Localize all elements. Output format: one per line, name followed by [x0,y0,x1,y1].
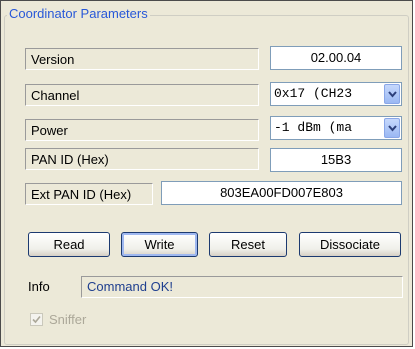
power-dropdown[interactable]: -1 dBm (ma [270,116,402,140]
version-label: Version [25,48,259,70]
channel-label: Channel [25,84,259,106]
chevron-down-icon [388,91,397,98]
write-button[interactable]: Write [121,232,198,257]
reset-button[interactable]: Reset [209,232,287,257]
channel-dropdown-button[interactable] [384,84,400,104]
pan-id-field[interactable]: 15B3 [270,148,402,172]
power-dropdown-button[interactable] [384,118,400,138]
channel-selected-value: 0x17 (CH23 [274,86,353,101]
info-status: Command OK! [81,276,403,298]
coordinator-panel: Coordinator Parameters Version 02.00.04 … [0,0,413,347]
group-title: Coordinator Parameters [7,5,150,23]
power-label: Power [25,119,259,141]
power-selected-value: -1 dBm (ma [274,120,353,135]
sniffer-checkbox[interactable] [30,313,43,326]
checkmark-icon [32,315,41,324]
chevron-down-icon [388,125,397,132]
ext-pan-id-label: Ext PAN ID (Hex) [25,183,153,205]
read-button[interactable]: Read [28,232,110,257]
sniffer-label: Sniffer [49,312,87,327]
version-field[interactable]: 02.00.04 [270,46,402,70]
channel-dropdown[interactable]: 0x17 (CH23 [270,82,402,106]
dissociate-button[interactable]: Dissociate [299,232,401,257]
pan-id-label: PAN ID (Hex) [25,148,259,170]
ext-pan-id-field[interactable]: 803EA00FD007E803 [161,181,402,205]
info-label: Info [28,279,50,294]
